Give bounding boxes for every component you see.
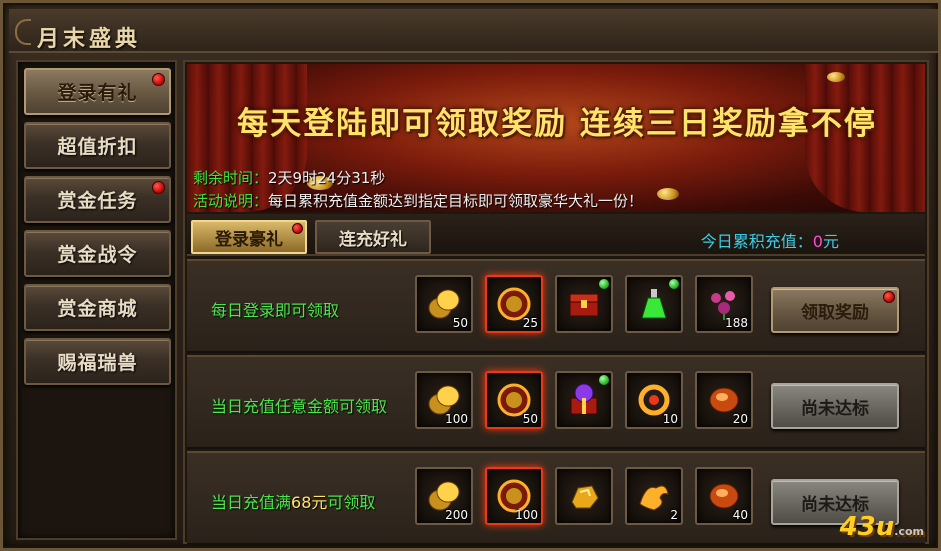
sidebar-item-label: 赏金任务: [57, 190, 138, 212]
reward-condition-prefix: 当日充值满: [211, 493, 292, 512]
reward-slot[interactable]: 200: [415, 467, 473, 525]
item-quantity: 20: [732, 412, 748, 426]
reward-slot[interactable]: [555, 467, 613, 525]
coin-decoration: [827, 72, 845, 82]
item-quantity: 100: [445, 412, 468, 426]
watermark-sub: .com: [894, 525, 924, 538]
remaining-time-value: 2天9时24分31秒: [268, 169, 386, 187]
reward-slot[interactable]: [625, 275, 683, 333]
title-bar: 月末盛典: [9, 9, 938, 53]
reward-slot[interactable]: 100: [415, 371, 473, 429]
sidebar-item-label: 超值折扣: [57, 136, 138, 158]
item-quantity: 200: [445, 508, 468, 522]
reward-slot[interactable]: 20: [695, 371, 753, 429]
available-indicator: [669, 279, 679, 289]
today-recharge-value: 0: [812, 232, 823, 251]
reward-slot[interactable]: 10: [625, 371, 683, 429]
golden-phoenix-icon: [639, 485, 669, 511]
item-quantity: 100: [515, 508, 538, 522]
item-quantity: 188: [725, 316, 748, 330]
notification-dot: [883, 291, 895, 303]
available-indicator: [599, 375, 609, 385]
tab-label: 登录豪礼: [215, 229, 283, 250]
reward-condition: 每日登录即可领取: [211, 301, 340, 320]
reward-row: 当日充值任意金额可领取 100 50 10 20 尚未达标: [187, 355, 925, 449]
sidebar-item-login-gift[interactable]: 登录有礼: [24, 68, 171, 115]
not-reached-label: 尚未达标: [801, 494, 869, 515]
notification-dot: [292, 223, 303, 234]
not-reached-button[interactable]: 尚未达标: [771, 383, 899, 429]
event-banner: 每天登陆即可领取奖励 连续三日奖励拿不停 剩余时间：2天9时24分31秒 活动说…: [187, 64, 925, 212]
remaining-time-label: 剩余时间：: [193, 169, 269, 187]
event-description: 活动说明：每日累积充值金额达到指定目标即可领取豪华大礼一份！: [193, 190, 643, 211]
banner-headline: 每天登陆即可领取奖励 连续三日奖励拿不停: [237, 106, 877, 142]
coin-decoration: [657, 188, 679, 200]
sidebar-item-label: 赏金商城: [57, 298, 138, 320]
sidebar-item-label: 赐福瑞兽: [57, 352, 138, 374]
purple-gift-box-icon: [570, 383, 598, 415]
reward-condition: 当日充值满68元可领取: [211, 489, 375, 513]
item-quantity: 50: [522, 412, 538, 426]
title-ornament: [15, 19, 31, 45]
tab-continuous-recharge[interactable]: 连充好礼: [315, 220, 431, 254]
item-quantity: 25: [522, 316, 538, 330]
sidebar-item-discount[interactable]: 超值折扣: [24, 122, 171, 169]
remaining-time: 剩余时间：2天9时24分31秒: [193, 167, 385, 188]
event-description-value: 每日累积充值金额达到指定目标即可领取豪华大礼一份！: [268, 192, 644, 210]
tabs-row: 登录豪礼 连充好礼 今日累积充值：0元: [187, 214, 925, 256]
reward-condition-suffix: 可领取: [327, 493, 376, 512]
window-title: 月末盛典: [37, 26, 142, 52]
treasure-chest-icon: [569, 293, 599, 317]
reward-slot[interactable]: 50: [415, 275, 473, 333]
reward-slot[interactable]: [555, 371, 613, 429]
reward-slot[interactable]: 25: [485, 275, 543, 333]
reward-slot[interactable]: 100: [485, 467, 543, 525]
reward-condition-amount: 68元: [291, 493, 328, 512]
tab-label: 连充好礼: [339, 229, 407, 250]
sidebar-item-bounty-shop[interactable]: 赏金商城: [24, 284, 171, 331]
reward-condition: 当日充值任意金额可领取: [211, 397, 388, 416]
event-description-label: 活动说明：: [193, 192, 269, 210]
sidebar-item-blessing-beast[interactable]: 赐福瑞兽: [24, 338, 171, 385]
notification-dot: [152, 73, 165, 86]
reward-slot[interactable]: 188: [695, 275, 753, 333]
claim-reward-label: 领取奖励: [801, 302, 869, 323]
tab-login-gift[interactable]: 登录豪礼: [191, 220, 307, 254]
available-indicator: [599, 279, 609, 289]
reward-row: 每日登录即可领取 50 25 188 领取奖励: [187, 259, 925, 353]
today-recharge-label: 今日累积充值：: [700, 232, 813, 251]
today-recharge: 今日累积充值：0元: [701, 228, 839, 252]
green-potion-icon: [641, 289, 667, 319]
sidebar-item-label: 登录有礼: [57, 82, 138, 104]
reward-slot[interactable]: 40: [695, 467, 753, 525]
claim-reward-button[interactable]: 领取奖励: [771, 287, 899, 333]
reward-slot[interactable]: 2: [625, 467, 683, 525]
sidebar-item-bounty-task[interactable]: 赏金任务: [24, 176, 171, 223]
sidebar-item-bounty-pass[interactable]: 赏金战令: [24, 230, 171, 277]
site-watermark: 43u.com: [840, 512, 924, 542]
gold-ore-icon: [571, 485, 599, 509]
watermark-text: 43u: [839, 512, 895, 542]
reward-slot[interactable]: 50: [485, 371, 543, 429]
item-quantity: 10: [662, 412, 678, 426]
not-reached-label: 尚未达标: [801, 398, 869, 419]
today-recharge-unit: 元: [822, 232, 839, 251]
sidebar: 登录有礼 超值折扣 赏金任务 赏金战令 赏金商城 赐福瑞兽: [16, 60, 177, 540]
sidebar-item-label: 赏金战令: [57, 244, 138, 266]
item-quantity: 50: [452, 316, 468, 330]
item-quantity: 2: [670, 508, 678, 522]
notification-dot: [152, 181, 165, 194]
main-panel: 每天登陆即可领取奖励 连续三日奖励拿不停 剩余时间：2天9时24分31秒 活动说…: [183, 60, 929, 545]
event-window: 月末盛典 登录有礼 超值折扣 赏金任务 赏金战令 赏金商城 赐福瑞兽 每天登陆即…: [0, 0, 941, 551]
reward-row: 当日充值满68元可领取 200 100 2 40 尚未达标: [187, 451, 925, 545]
item-quantity: 40: [732, 508, 748, 522]
reward-slot[interactable]: [555, 275, 613, 333]
